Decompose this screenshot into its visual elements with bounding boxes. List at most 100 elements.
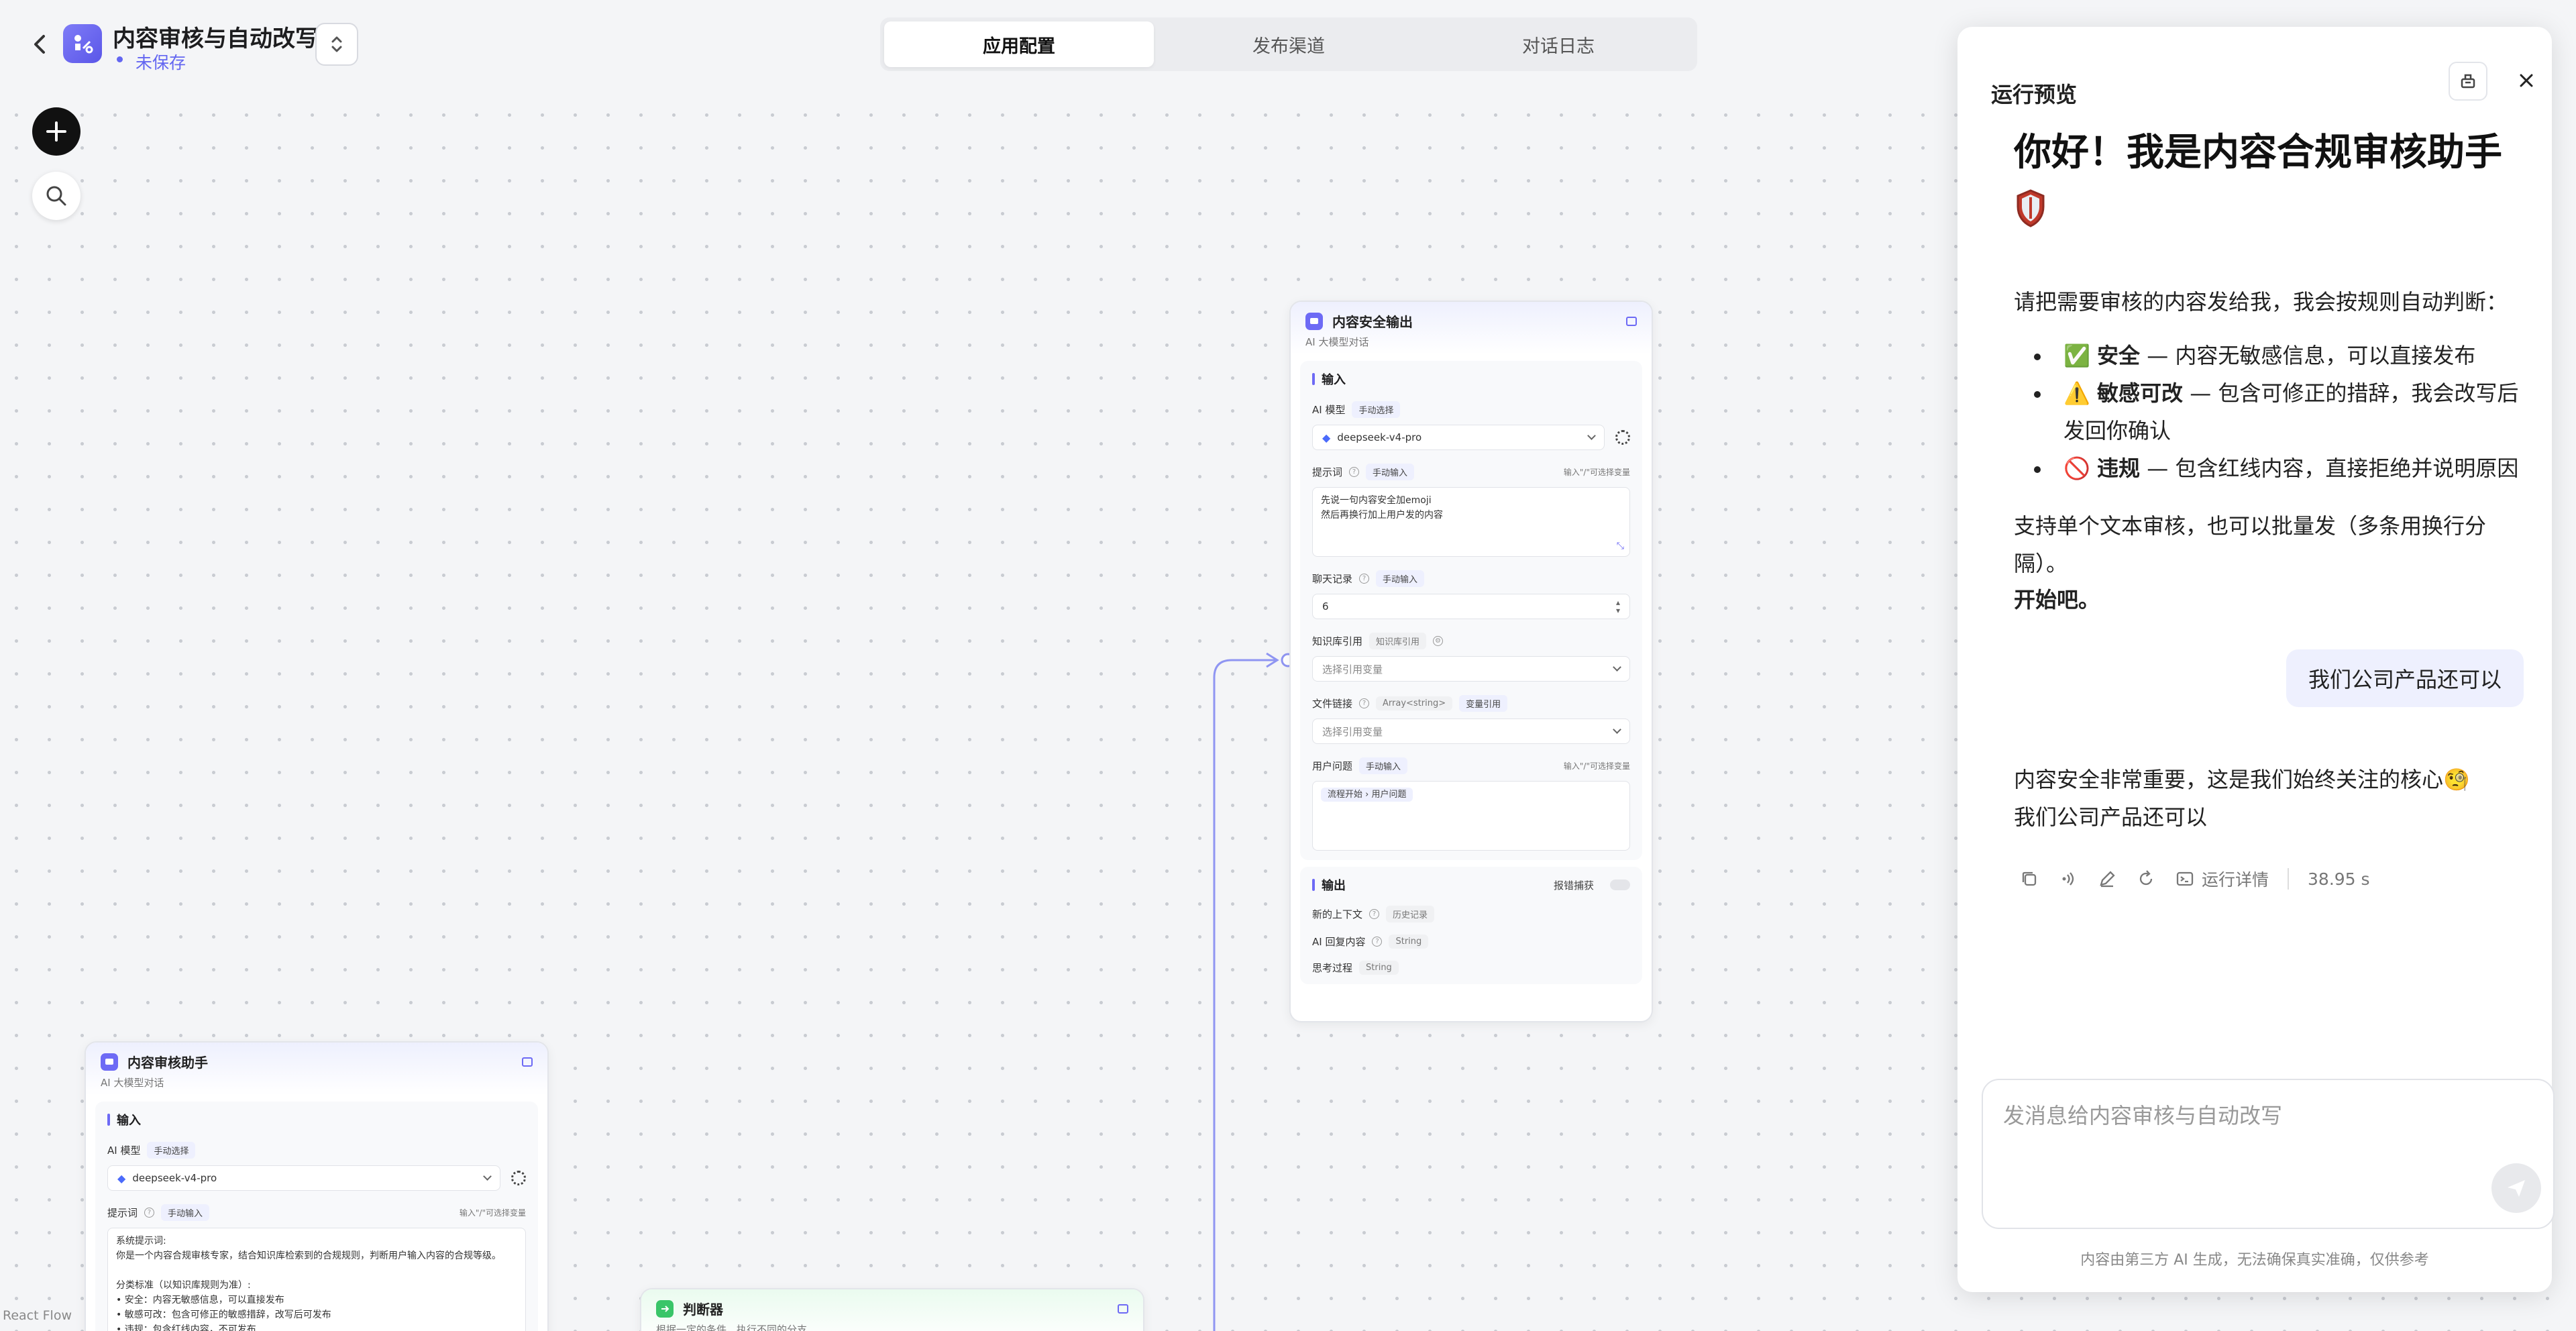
run-preview-panel: 运行预览 你好！我是内容合规审核助手 请把需要审核的内容发给我，我会按规则自动判… (1957, 27, 2555, 1292)
type-chip: String (1389, 935, 1429, 949)
search-node-button[interactable] (32, 172, 80, 220)
message-input[interactable]: 发消息给内容审核与自动改写 (2003, 1099, 2282, 1130)
run-detail-button[interactable]: 运行详情 (2175, 867, 2269, 891)
prompt-line: • 违规：包含红线内容，不可发布 (116, 1324, 256, 1331)
prompt-line: 你是一个内容合规审核专家，结合知识库检索到的合规规则，判断用户输入内容的合规等级… (116, 1250, 501, 1261)
expand-icon[interactable] (1626, 316, 1637, 326)
resize-icon[interactable]: ⤡ (1617, 539, 1624, 553)
rule-text: — 内容无敏感信息，可以直接发布 (2140, 343, 2476, 368)
mode-chip[interactable]: 手动输入 (161, 1204, 210, 1221)
mode-chip[interactable]: 手动选择 (1352, 401, 1401, 418)
clear-chat-button[interactable] (2449, 62, 2487, 101)
send-button[interactable] (2491, 1163, 2541, 1213)
node-output-section: 输出 报错捕获 新的上下文 ? 历史记录 AI 回复内容 ? String 思考… (1300, 867, 1642, 984)
edit-icon[interactable] (2097, 869, 2117, 889)
prompt-textarea[interactable]: 先说一句内容安全加emoji 然后再换行加上用户发的内容 ⤡ (1312, 487, 1630, 557)
app-switch-button[interactable] (315, 23, 358, 66)
settings-icon[interactable] (511, 1171, 526, 1185)
send-icon (2508, 1180, 2525, 1197)
field-label: 文件链接 (1312, 698, 1353, 710)
expand-icon[interactable] (1118, 1303, 1128, 1314)
variable-hint: 输入"/"可选择变量 (1563, 761, 1630, 771)
rule-item-safe: ✅ 安全 — 内容无敏感信息，可以直接发布 (2014, 337, 2524, 374)
node-subtitle: AI 大模型对话 (101, 1077, 164, 1089)
panel-title: 运行预览 (1991, 82, 2078, 107)
mode-chip[interactable]: 手动输入 (1376, 570, 1425, 587)
error-capture-toggle[interactable] (1610, 880, 1630, 890)
mode-chip[interactable]: 手动选择 (147, 1142, 196, 1159)
node-subtitle: AI 大模型对话 (1305, 336, 1369, 348)
save-status-text: 未保存 (136, 53, 186, 72)
help-icon: ? (1359, 698, 1370, 708)
settings-small-icon[interactable]: ⚙ (1433, 636, 1444, 646)
judge-icon (656, 1299, 674, 1318)
kb-select[interactable]: 选择引用变量 (1312, 656, 1630, 682)
save-status: 未保存 (116, 50, 186, 74)
rule-text: — 包含红线内容，直接拒绝并说明原因 (2140, 456, 2519, 481)
close-icon[interactable] (2508, 62, 2545, 99)
node-judge[interactable]: 判断器 根据一定的条件，执行不同的分支 (640, 1288, 1144, 1331)
rule-label: 违规 (2097, 456, 2141, 481)
field-label: 知识库引用 (1312, 635, 1363, 647)
back-icon[interactable] (25, 30, 55, 59)
model-value: deepseek-v4-pro (132, 1172, 217, 1184)
chevron-down-icon (483, 1172, 492, 1181)
regenerate-icon[interactable] (2136, 869, 2156, 889)
react-flow-attribution[interactable]: React Flow (3, 1308, 72, 1323)
copy-icon[interactable] (2019, 869, 2039, 889)
stepper-icon[interactable]: ▴ ▾ (1616, 598, 1620, 615)
prompt-line: • 敏感可改：包含可修正的敏感措辞，改写后可发布 (116, 1310, 331, 1320)
assistant-intro: 请把需要审核的内容发给我，我会按规则自动判断： (2014, 289, 2508, 315)
select-placeholder: 选择引用变量 (1322, 663, 1383, 676)
file-select[interactable]: 选择引用变量 (1312, 718, 1630, 744)
tab-chat-log[interactable]: 对话日志 (1424, 21, 1693, 67)
model-select[interactable]: ◆ deepseek-v4-pro (1312, 425, 1605, 450)
section-title: 输入 (1312, 370, 1630, 388)
help-icon: ? (1359, 574, 1370, 584)
speaker-icon[interactable] (2058, 869, 2078, 889)
model-select[interactable]: ◆ deepseek-v4-pro (107, 1165, 500, 1191)
message-composer[interactable]: 发消息给内容审核与自动改写 (1982, 1079, 2555, 1229)
history-value: 6 (1322, 600, 1329, 613)
field-label: AI 模型 (1312, 404, 1346, 416)
field-label: 提示词 (107, 1207, 138, 1219)
question-textarea[interactable]: 流程开始 › 用户问题 (1312, 781, 1630, 851)
add-node-button[interactable] (32, 107, 80, 156)
output-label: AI 回复内容 (1312, 936, 1366, 948)
assistant-support: 支持单个文本审核，也可以批量发（多条用换行分隔）。 (2014, 513, 2487, 576)
tab-publish-channel[interactable]: 发布渠道 (1154, 21, 1424, 67)
node-input-section: 输入 AI 模型 手动选择 ◆ deepseek-v4-pro 提示词 ? 手动… (95, 1102, 538, 1331)
mode-chip[interactable]: 手动输入 (1359, 757, 1408, 774)
output-label: 思考过程 (1312, 962, 1353, 974)
ai-chat-icon (1305, 312, 1323, 330)
mode-chip[interactable]: 变量引用 (1459, 695, 1508, 712)
shield-icon (2017, 189, 2045, 227)
warning-icon: ⚠️ (2063, 380, 2090, 406)
node-title: 内容审核助手 (127, 1055, 208, 1071)
assistant-start: 开始吧。 (2014, 587, 2100, 613)
app-title: 内容审核与自动改写 (113, 25, 318, 52)
error-capture-label: 报错捕获 (1553, 879, 1594, 892)
ai-disclaimer: 内容由第三方 AI 生成，无法确保真实准确，仅供参考 (2080, 1252, 2429, 1269)
node-content-review-assistant[interactable]: 内容审核助手 AI 大模型对话 输入 AI 模型 手动选择 ◆ deepseek… (85, 1041, 549, 1331)
tab-app-config[interactable]: 应用配置 (884, 21, 1154, 67)
prompt-line: 先说一句内容安全加emoji (1321, 495, 1432, 506)
type-chip: 知识库引用 (1369, 633, 1427, 649)
variable-tag: 流程开始 › 用户问题 (1321, 788, 1413, 802)
node-content-safety-output[interactable]: 内容安全输出 AI 大模型对话 输入 AI 模型 手动选择 ◆ deepseek… (1289, 301, 1653, 1022)
rule-label: 敏感可改 (2097, 380, 2184, 406)
model-icon: ◆ (1322, 431, 1331, 444)
prompt-textarea[interactable]: 系统提示词: 你是一个内容合规审核专家，结合知识库检索到的合规规则，判断用户输入… (107, 1228, 526, 1331)
field-label: AI 模型 (107, 1144, 141, 1157)
section-title: 输入 (107, 1111, 526, 1128)
settings-icon[interactable] (1615, 430, 1630, 445)
reply-line: 我们公司产品还可以 (2014, 804, 2208, 830)
expand-icon[interactable] (522, 1057, 533, 1067)
plus-icon (46, 121, 66, 142)
run-detail-label: 运行详情 (2202, 870, 2269, 890)
field-label: 用户问题 (1312, 760, 1353, 772)
broom-icon (2461, 74, 2475, 89)
node-subtitle: 根据一定的条件，执行不同的分支 (656, 1324, 808, 1331)
mode-chip[interactable]: 手动输入 (1366, 464, 1415, 480)
history-number-input[interactable]: 6 ▴ ▾ (1312, 594, 1630, 619)
